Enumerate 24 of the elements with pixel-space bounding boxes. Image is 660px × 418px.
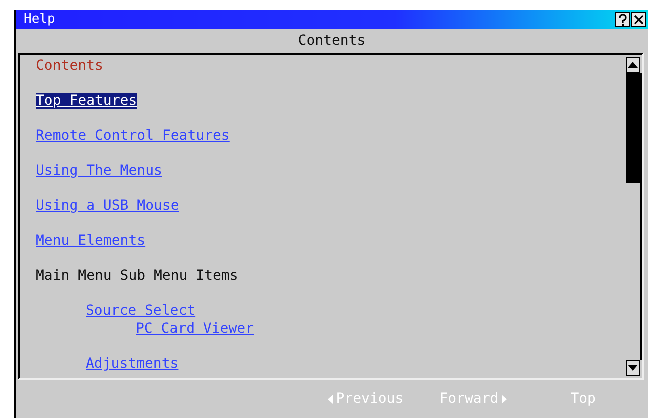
topic-link[interactable]: Top Features [36, 93, 138, 109]
topic-link[interactable]: Adjustments [86, 356, 179, 372]
scroll-down-button[interactable] [626, 360, 640, 376]
topic-link[interactable]: Remote Control Features [36, 128, 230, 144]
topic-link[interactable]: Using The Menus [36, 163, 162, 179]
topic-link[interactable]: Source Select [86, 303, 196, 319]
right-triangle-icon [502, 394, 507, 404]
up-arrow-icon [628, 62, 638, 68]
topic-link[interactable]: PC Card Viewer [136, 321, 254, 337]
help-icon [618, 14, 628, 26]
section-label: Main Menu Sub Menu Items [36, 268, 238, 284]
down-arrow-icon [628, 365, 638, 371]
close-icon [634, 14, 644, 24]
topic-link[interactable]: Menu Elements [36, 233, 146, 249]
topic-link[interactable]: Using a USB Mouse [36, 198, 180, 214]
scroll-thumb[interactable] [626, 73, 640, 183]
contents-title: Contents [36, 58, 104, 74]
help-button[interactable] [615, 12, 630, 27]
scroll-up-button[interactable] [626, 57, 640, 73]
scrollbar[interactable] [626, 55, 642, 378]
window-title: Help [24, 12, 56, 27]
page-heading: Contents [297, 32, 367, 51]
left-triangle-icon [328, 394, 334, 404]
close-button[interactable] [631, 12, 646, 27]
